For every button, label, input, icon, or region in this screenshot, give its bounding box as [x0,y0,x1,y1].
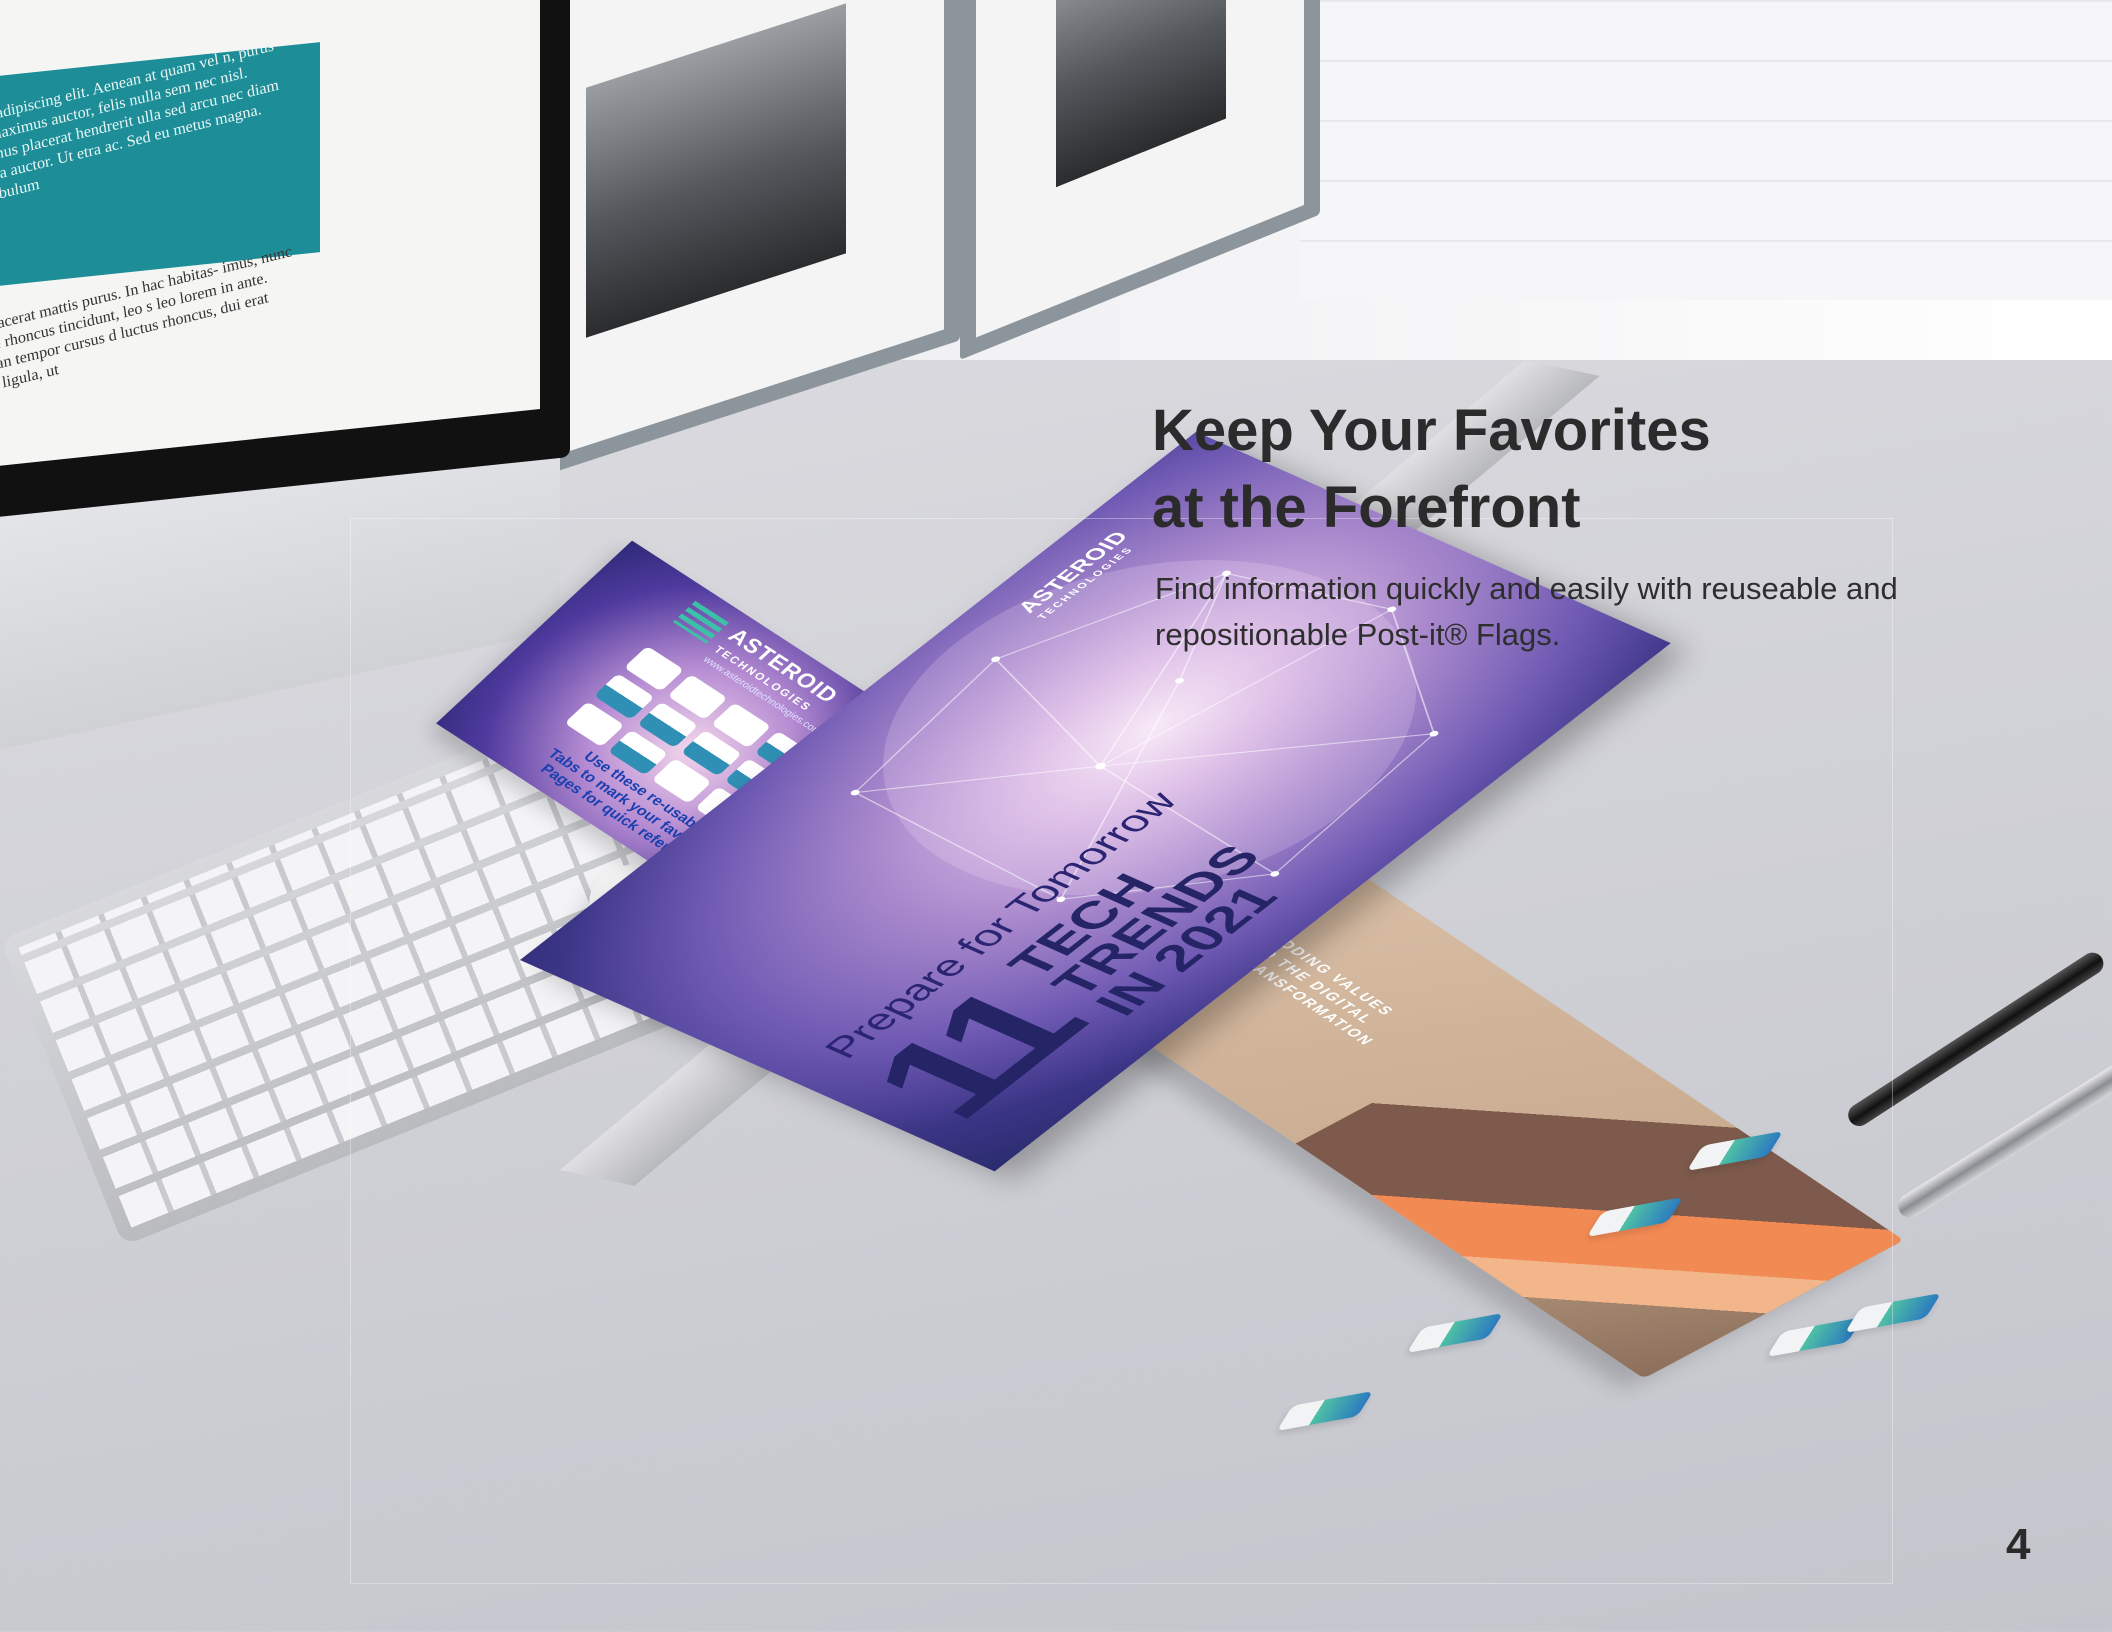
silver-pen [1893,1026,2112,1223]
body-line-1: Find information quickly and easily with… [1155,571,1898,606]
headline-line-2: at the Forefront [1152,475,1581,540]
page-number: 4 [2006,1520,2031,1569]
body-line-2: repositionable Post-it® Flags. [1155,617,1561,652]
picture-frame-left [530,0,960,480]
body-copy: Find information quickly and easily with… [1155,566,2035,658]
frame-guide [350,518,1893,1584]
headline-line-1: Keep Your Favorites [1152,398,1711,463]
headline: Keep Your Favorites at the Forefront [1152,392,1952,546]
monitor-screen: ctetur adipiscing elit. Aenean at quam v… [0,0,540,472]
brick-wall [1300,0,2112,300]
